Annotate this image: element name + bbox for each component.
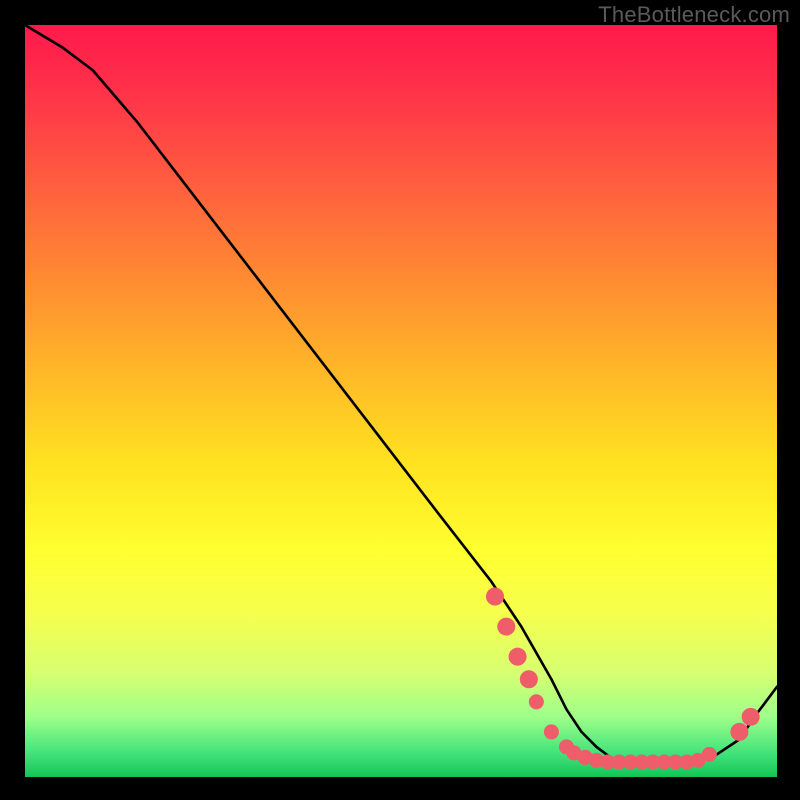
bottleneck-curve [25, 25, 777, 762]
curve-marker [730, 723, 748, 741]
curve-markers [486, 587, 760, 769]
curve-marker [486, 587, 504, 605]
chart-stage: TheBottleneck.com [0, 0, 800, 800]
curve-marker [702, 747, 717, 762]
curve-svg [25, 25, 777, 777]
curve-marker [520, 670, 538, 688]
curve-marker [509, 648, 527, 666]
curve-marker [544, 724, 559, 739]
plot-area [25, 25, 777, 777]
curve-marker [529, 694, 544, 709]
curve-marker [742, 708, 760, 726]
curve-marker [497, 618, 515, 636]
